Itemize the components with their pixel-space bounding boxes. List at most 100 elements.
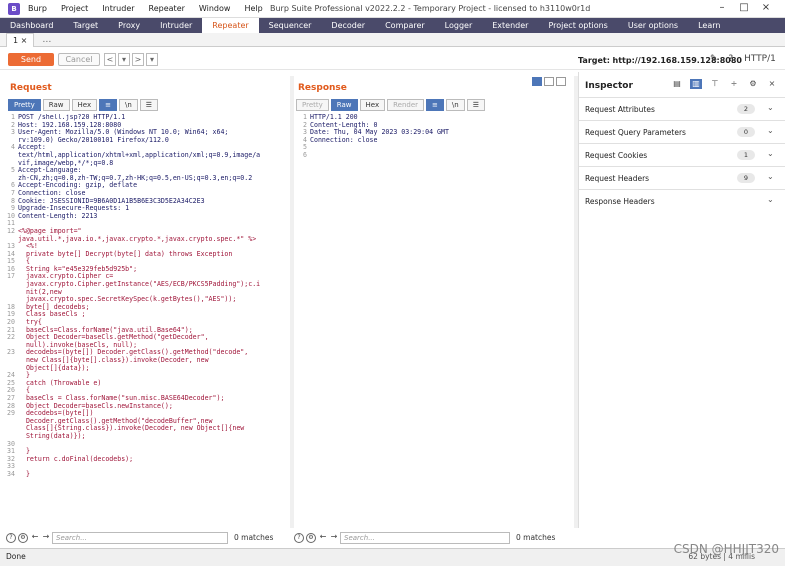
- chevron-down-icon[interactable]: ⌄: [767, 195, 774, 204]
- prev-request-button[interactable]: <: [104, 53, 116, 66]
- tab-extender[interactable]: Extender: [482, 18, 538, 33]
- response-search-input[interactable]: Search...: [340, 531, 510, 544]
- response-wrap-icon[interactable]: ≡: [426, 99, 444, 111]
- response-view-pretty[interactable]: Pretty: [296, 99, 329, 111]
- tab-repeater[interactable]: Repeater: [202, 18, 259, 33]
- next-request-button[interactable]: >: [132, 53, 144, 66]
- search-prev-icon[interactable]: ←: [318, 532, 328, 543]
- next-dropdown-button[interactable]: ▾: [146, 53, 158, 66]
- chevron-down-icon[interactable]: ⌄: [767, 172, 774, 181]
- request-pane: Request Pretty Raw Hex ≡ \n ☰ 1 POST /she…: [4, 76, 290, 528]
- response-match-count: 0 matches: [516, 533, 556, 542]
- line-number: [6, 152, 18, 160]
- close-icon[interactable]: ×: [755, 2, 777, 13]
- menu-help[interactable]: Help: [244, 4, 262, 13]
- menu-repeater[interactable]: Repeater: [149, 4, 185, 13]
- menu-project[interactable]: Project: [61, 4, 88, 13]
- request-line: 10 Content-Length: 2213: [6, 212, 288, 221]
- tab-dashboard[interactable]: Dashboard: [0, 18, 63, 33]
- prev-dropdown-button[interactable]: ▾: [118, 53, 130, 66]
- menu-window[interactable]: Window: [199, 4, 231, 13]
- line-number: [6, 281, 18, 289]
- watermark: CSDN @HHJJT320: [673, 542, 779, 556]
- response-view-raw[interactable]: Raw: [330, 99, 358, 111]
- help-circle-icon[interactable]: ?: [294, 532, 304, 543]
- inspector-panel: Inspector ▤ ▥ ⊤ ÷ ⚙ × Request Attributes…: [578, 72, 785, 528]
- layout-side-by-side-icon[interactable]: [532, 77, 542, 86]
- send-button[interactable]: Send: [8, 53, 54, 66]
- inspector-section-request-headers[interactable]: Request Headers 9 ⌄: [579, 166, 785, 189]
- cancel-button[interactable]: Cancel: [58, 53, 100, 66]
- request-view-hex[interactable]: Hex: [71, 99, 98, 111]
- search-settings-icon[interactable]: ⚙: [306, 532, 316, 543]
- tab-sequencer[interactable]: Sequencer: [259, 18, 322, 33]
- layout-top-bottom-icon[interactable]: [544, 77, 554, 86]
- inspector-section-request-cookies[interactable]: Request Cookies 1 ⌄: [579, 143, 785, 166]
- new-tab-button[interactable]: …: [42, 35, 51, 45]
- inspector-section-request-query-parameters[interactable]: Request Query Parameters 0 ⌄: [579, 120, 785, 143]
- help-icon[interactable]: ?: [728, 54, 733, 64]
- settings-icon[interactable]: ⚙: [747, 79, 759, 89]
- request-view-raw[interactable]: Raw: [42, 99, 70, 111]
- response-title: Response: [298, 83, 347, 93]
- search-prev-icon[interactable]: ←: [30, 532, 40, 543]
- response-search-bar: ? ⚙ ← → Search... 0 matches: [294, 530, 555, 545]
- request-line: 34 }: [6, 469, 288, 479]
- line-number: 5: [11, 166, 15, 175]
- tab-learn[interactable]: Learn: [688, 18, 730, 33]
- inspector-close-icon[interactable]: ×: [766, 79, 778, 89]
- tab-logger[interactable]: Logger: [435, 18, 483, 33]
- menu-intruder[interactable]: Intruder: [102, 4, 134, 13]
- inspector-section-request-attributes[interactable]: Request Attributes 2 ⌄: [579, 97, 785, 120]
- tab-intruder[interactable]: Intruder: [150, 18, 202, 33]
- response-line: 5: [298, 144, 570, 152]
- tab-target[interactable]: Target: [63, 18, 108, 33]
- inspector-layout-icon[interactable]: ▤: [671, 79, 683, 89]
- code-text: Connection: close: [310, 135, 378, 144]
- line-number: [6, 289, 18, 297]
- repeater-subtab-1[interactable]: 1 ×: [6, 32, 35, 47]
- chevron-down-icon[interactable]: ⌄: [767, 103, 774, 112]
- layout-tabs-icon[interactable]: [556, 77, 566, 86]
- chevron-down-icon[interactable]: ⌄: [767, 149, 774, 158]
- tab-decoder[interactable]: Decoder: [321, 18, 375, 33]
- status-bar: Done 62 bytes | 4 millis: [0, 548, 785, 566]
- inspector-count-badge: 2: [737, 104, 755, 114]
- align-center-icon[interactable]: ÷: [728, 79, 740, 89]
- edit-target-icon[interactable]: ✎: [710, 54, 718, 64]
- inspector-layout-active-icon[interactable]: ▥: [690, 79, 702, 89]
- request-view-tabs: Pretty Raw Hex ≡ \n ☰: [8, 99, 160, 111]
- search-settings-icon[interactable]: ⚙: [18, 532, 28, 543]
- tab-proxy[interactable]: Proxy: [108, 18, 150, 33]
- pane-splitter[interactable]: [290, 76, 294, 528]
- response-editor[interactable]: 1 HTTP/1.1 200 2 Content-Length: 0 3 Date: Th…: [298, 114, 570, 524]
- tab-comparer[interactable]: Comparer: [375, 18, 435, 33]
- tab-user-options[interactable]: User options: [618, 18, 688, 33]
- response-view-hex[interactable]: Hex: [359, 99, 386, 111]
- chevron-down-icon[interactable]: ⌄: [767, 126, 774, 135]
- line-number: 23: [7, 348, 15, 357]
- wrap-lines-icon[interactable]: ≡: [99, 99, 117, 111]
- history-nav: < ▾ > ▾: [104, 53, 160, 66]
- newline-toggle-icon[interactable]: \n: [118, 99, 138, 111]
- maximize-icon[interactable]: □: [733, 2, 755, 13]
- inspector-section-response-headers[interactable]: Response Headers ⌄: [579, 189, 785, 212]
- target-label: Target:: [578, 56, 610, 65]
- align-top-icon[interactable]: ⊤: [709, 79, 721, 89]
- http-version-toggle[interactable]: HTTP/1: [744, 54, 776, 64]
- help-circle-icon[interactable]: ?: [6, 532, 16, 543]
- response-view-render[interactable]: Render: [387, 99, 425, 111]
- response-menu-icon[interactable]: ☰: [466, 99, 485, 111]
- request-line: 30: [6, 440, 288, 449]
- request-view-pretty[interactable]: Pretty: [8, 99, 41, 111]
- tab-project-options[interactable]: Project options: [538, 18, 617, 33]
- request-editor[interactable]: 1 POST /shell.jsp?20 HTTP/1.1 2 Host: 192.1…: [6, 114, 288, 524]
- minimize-icon[interactable]: –: [711, 2, 733, 13]
- code-text: }: [18, 469, 30, 478]
- search-next-icon[interactable]: →: [329, 532, 339, 543]
- request-menu-icon[interactable]: ☰: [139, 99, 159, 111]
- search-next-icon[interactable]: →: [41, 532, 51, 543]
- response-newline-icon[interactable]: \n: [445, 99, 465, 111]
- menu-burp[interactable]: Burp: [28, 4, 47, 13]
- request-search-input[interactable]: Search...: [52, 531, 228, 544]
